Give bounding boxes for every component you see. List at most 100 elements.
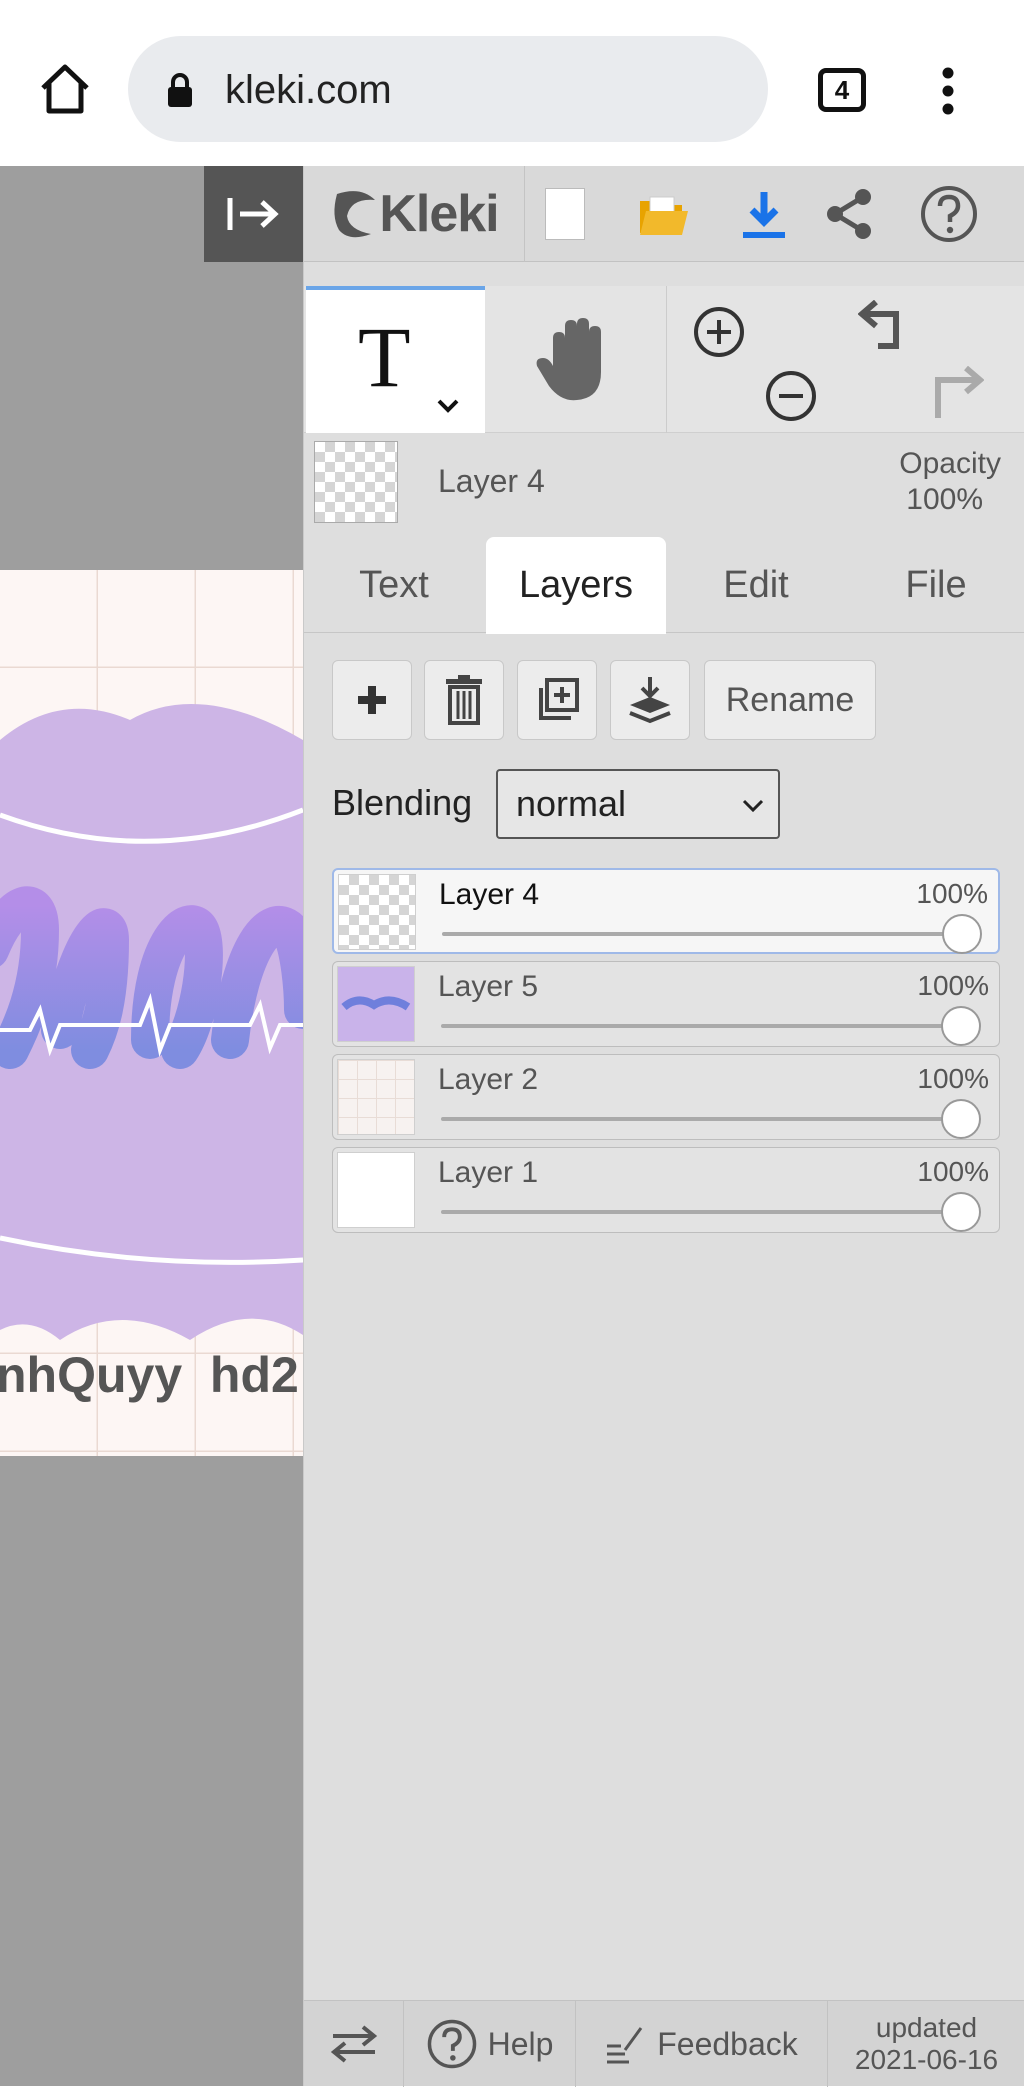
layer-name: Layer 5 [438,970,539,1003]
layer-name: Layer 1 [438,1156,539,1189]
rename-layer-button[interactable]: Rename [704,660,876,740]
new-file-icon [544,188,585,240]
current-layer-thumbnail [314,441,398,523]
collapse-arrow-icon [227,198,279,230]
updated-info: updated 2021-06-16 [828,2001,1024,2087]
url-bar[interactable] [128,36,768,142]
help-circle-icon [427,2019,476,2069]
download-icon [743,192,785,238]
home-icon[interactable] [38,62,92,116]
plus-icon [358,686,386,714]
merge-down-icon [629,677,671,724]
tool-row: T [304,286,1024,433]
zoom-in-icon[interactable] [691,304,747,360]
kleki-logo-icon [334,191,376,238]
panel-tabs: Text Layers Edit File [304,537,1024,634]
new-image-button[interactable] [524,166,604,262]
tab-file[interactable]: File [846,537,1024,633]
redo-icon[interactable] [928,366,984,424]
open-file-button[interactable] [624,166,704,262]
layer-row-layer-1[interactable]: Layer 1 100% [332,1147,1000,1233]
swap-arrows-icon [330,2025,377,2063]
text-tool-button[interactable]: T [306,286,485,433]
add-layer-button[interactable] [332,660,412,740]
share-button[interactable] [809,166,889,262]
opacity-value: 100% [906,483,983,516]
layer-opacity-slider[interactable] [941,1192,981,1232]
merge-layer-button[interactable] [610,660,690,740]
tab-layers[interactable]: Layers [486,537,666,634]
layer-opacity-slider[interactable] [941,1099,981,1139]
layer-opacity: 100% [916,878,988,909]
tab-text[interactable]: Text [304,537,484,633]
layer-opacity: 100% [917,970,989,1001]
help-button[interactable] [909,166,989,262]
layer-thumbnail [337,1059,415,1135]
blending-select[interactable]: normal [496,769,780,839]
layer-name: Layer 2 [438,1063,539,1096]
hand-tool-button[interactable] [485,286,666,433]
layer-opacity: 100% [917,1063,989,1094]
layer-opacity-slider[interactable] [942,914,982,954]
layer-opacity: 100% [917,1156,989,1187]
open-folder-icon [640,196,688,235]
collapse-panel-button[interactable] [204,166,303,262]
chevron-down-icon [742,799,764,813]
blending-label: Blending [332,782,473,823]
artwork-text: nhQuyy hd2 [0,1347,299,1403]
more-menu-icon[interactable] [934,66,962,118]
delete-layer-button[interactable] [424,660,504,740]
feedback-pen-icon [607,2027,643,2064]
updated-label: updated [875,2012,978,2043]
layer-opacity-track[interactable] [441,1210,961,1214]
layer-opacity-track[interactable] [442,932,962,936]
kleki-logo-text: Kleki [379,185,499,243]
help-label: Help [487,2025,554,2062]
feedback-link[interactable]: Feedback [576,2001,828,2087]
layer-thumbnail [337,966,415,1042]
history-controls [846,286,1024,433]
layer-row-layer-5[interactable]: Layer 5 100% [332,961,1000,1047]
zoom-controls [666,286,846,433]
feedback-label: Feedback [657,2025,798,2062]
lock-icon [166,72,194,108]
current-layer-name: Layer 4 [438,463,545,499]
chevron-down-icon[interactable] [436,398,460,414]
opacity-label: Opacity [899,447,1001,480]
duplicate-layer-button[interactable] [517,660,597,740]
layer-opacity-track[interactable] [441,1024,961,1028]
trash-icon [446,675,482,725]
zoom-out-icon[interactable] [763,368,819,424]
swap-side-button[interactable] [304,2001,404,2087]
layer-row-layer-2[interactable]: Layer 2 100% [332,1054,1000,1140]
kleki-logo[interactable]: Kleki [320,166,510,262]
layer-thumbnail [338,874,416,950]
tab-switcher-button[interactable]: 4 [818,68,866,112]
artwork-illustration [0,570,303,1456]
top-toolbar: Kleki [304,166,1024,262]
current-layer-info: Layer 4 Opacity 100% [304,433,1024,529]
layer-row-layer-4[interactable]: Layer 4 100% [332,868,1000,954]
duplicate-icon [539,678,579,720]
download-button[interactable] [724,166,804,262]
layer-opacity-track[interactable] [441,1117,961,1121]
url-text: kleki.com [225,68,392,112]
canvas-area[interactable]: nhQuyy hd2 [0,166,303,2086]
layer-name: Layer 4 [439,878,540,911]
help-link[interactable]: Help [404,2001,576,2087]
hand-icon [536,318,601,401]
blending-value: normal [516,783,627,824]
browser-toolbar: kleki.com 4 [0,0,1024,166]
text-tool-glyph: T [358,309,411,405]
share-icon [827,189,871,239]
layer-5-preview [341,996,411,1011]
tab-edit[interactable]: Edit [666,537,846,633]
help-icon [921,186,977,242]
undo-icon[interactable] [858,300,914,358]
layer-opacity-slider[interactable] [941,1006,981,1046]
layer-thumbnail [337,1152,415,1228]
tool-panel: Kleki T Layer 4 Opacity 100% Text Layers… [303,166,1024,2087]
artwork-canvas[interactable]: nhQuyy hd2 [0,570,303,1456]
updated-date: 2021-06-16 [854,2044,999,2075]
panel-footer: Help Feedback updated 2021-06-16 [304,2000,1024,2087]
